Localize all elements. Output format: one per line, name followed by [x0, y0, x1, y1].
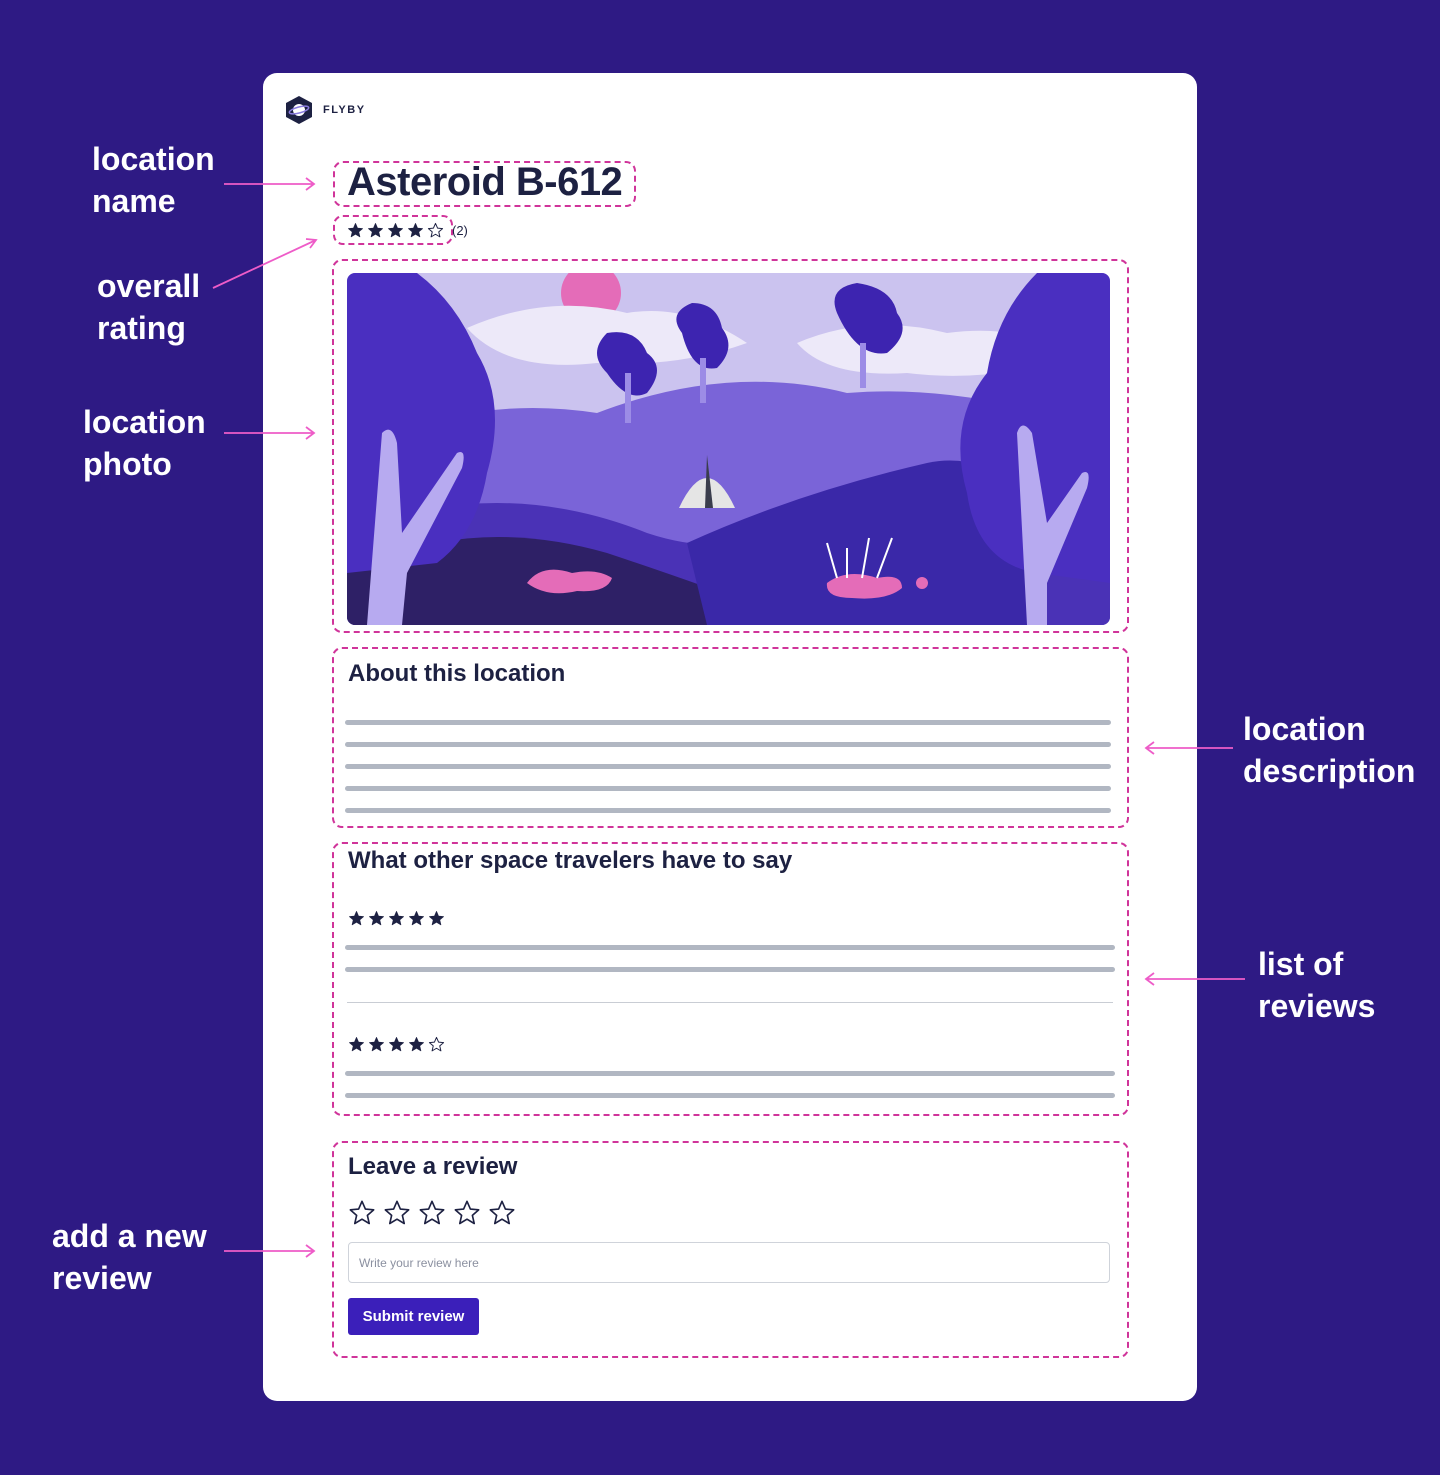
- arrow-icon: [224, 426, 316, 440]
- arrow-icon: [1144, 972, 1245, 986]
- arrow-icon: [224, 177, 316, 191]
- arrow-icon: [1144, 741, 1233, 755]
- arrow-icon: [212, 238, 318, 289]
- annotation-arrows: [212, 177, 1245, 1258]
- arrow-icon: [224, 1244, 316, 1258]
